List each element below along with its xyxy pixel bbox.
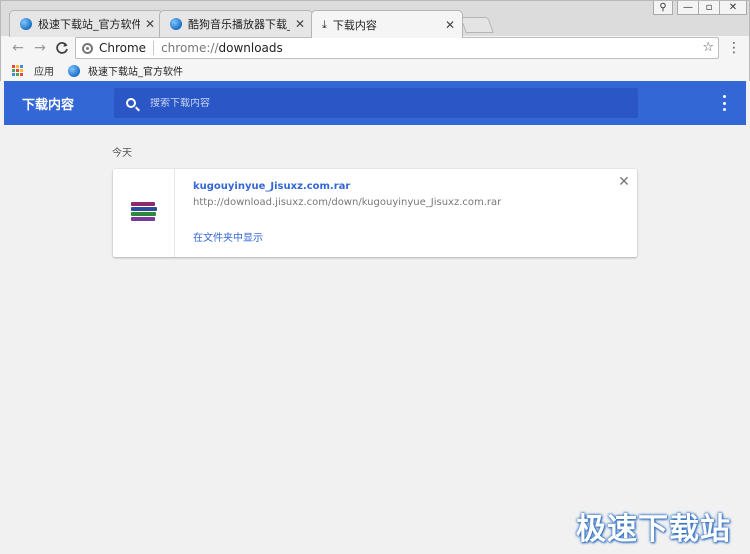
close-icon[interactable]: ✕ [144,17,156,31]
apps-dot [12,65,15,68]
tab-strip: 极速下载站_官方软件下载 ✕ 酷狗音乐播放器下载_酷狗 ✕ ⤓ 下载内容 ✕ ⚲… [0,0,750,38]
tab-downloads[interactable]: ⤓ 下载内容 ✕ [311,10,463,38]
apps-dot [20,73,23,76]
file-source-url[interactable]: http://download.jisuxz.com/down/kugouyin… [193,197,501,208]
chrome-menu-button[interactable]: ⋮ [727,39,741,57]
chrome-page-icon [82,42,93,54]
page-title: 下载内容 [22,98,75,113]
more-options-button[interactable] [719,95,729,111]
rar-file-icon [131,202,159,224]
omnibox-chip: Chrome [99,41,147,55]
file-name-link[interactable]: kugouyinyue_Jisuxz.com.rar [193,181,350,192]
reload-button[interactable] [53,39,71,57]
tab-title: 下载内容 [332,18,377,32]
profile-button[interactable]: ⚲ [653,1,673,15]
bookmarks-bar: 应用 极速下载站_官方软件 [0,60,750,81]
bookmark-star-icon[interactable]: ☆ [702,40,714,55]
dot-icon [722,101,726,105]
url-path: downloads [218,41,283,55]
bookmark-apps-label[interactable]: 应用 [34,63,54,78]
bookmark-label: 极速下载站_官方软件 [88,67,183,78]
bookmark-item-jisuxz[interactable]: 极速下载站_官方软件 [68,63,183,78]
tab-kugou[interactable]: 酷狗音乐播放器下载_酷狗 ✕ [159,10,313,37]
globe-icon [20,18,32,30]
remove-download-button[interactable]: ✕ [617,175,631,189]
search-input[interactable] [150,97,638,109]
site-watermark: 极速下载站 [576,512,731,547]
apps-dot [16,73,19,76]
download-item: kugouyinyue_Jisuxz.com.rar http://downlo… [113,169,637,257]
dot-icon [722,108,726,111]
show-in-folder-link[interactable]: 在文件夹中显示 [193,229,263,244]
omnibox-divider [153,41,155,55]
search-box[interactable] [114,88,638,118]
maximize-button[interactable]: ▫ [698,1,720,15]
address-bar[interactable]: Chrome chrome:// downloads ☆ [75,37,719,59]
apps-dot [20,69,23,72]
file-icon-area [113,169,175,257]
apps-dot [20,65,23,68]
close-icon[interactable]: ✕ [294,17,306,31]
apps-dot [12,73,15,76]
url-scheme: chrome:// [161,41,219,55]
apps-dot [12,69,15,72]
browser-toolbar: ← → Chrome chrome:// downloads ☆ ⋮ [0,36,750,60]
dot-icon [722,95,726,98]
close-icon[interactable]: ✕ [444,18,456,32]
globe-icon [68,64,80,77]
tab-title: 极速下载站_官方软件下载 [38,18,140,31]
downloads-header: 下载内容 [4,81,746,125]
window-close-button[interactable]: ✕ [719,1,747,15]
new-tab-button[interactable] [460,17,494,33]
back-button[interactable]: ← [9,39,27,57]
forward-button[interactable]: → [31,39,49,57]
download-icon: ⤓ [322,17,327,31]
globe-icon [170,18,182,30]
reload-icon [56,42,68,54]
apps-dot [16,65,19,68]
search-icon [126,98,136,108]
apps-dot [16,69,19,72]
tab-title: 酷狗音乐播放器下载_酷狗 [188,18,290,31]
tab-jisuxz[interactable]: 极速下载站_官方软件下载 ✕ [9,10,163,37]
minimize-button[interactable]: — [677,1,699,15]
date-header: 今天 [112,148,132,159]
apps-grid-icon[interactable] [12,65,23,76]
